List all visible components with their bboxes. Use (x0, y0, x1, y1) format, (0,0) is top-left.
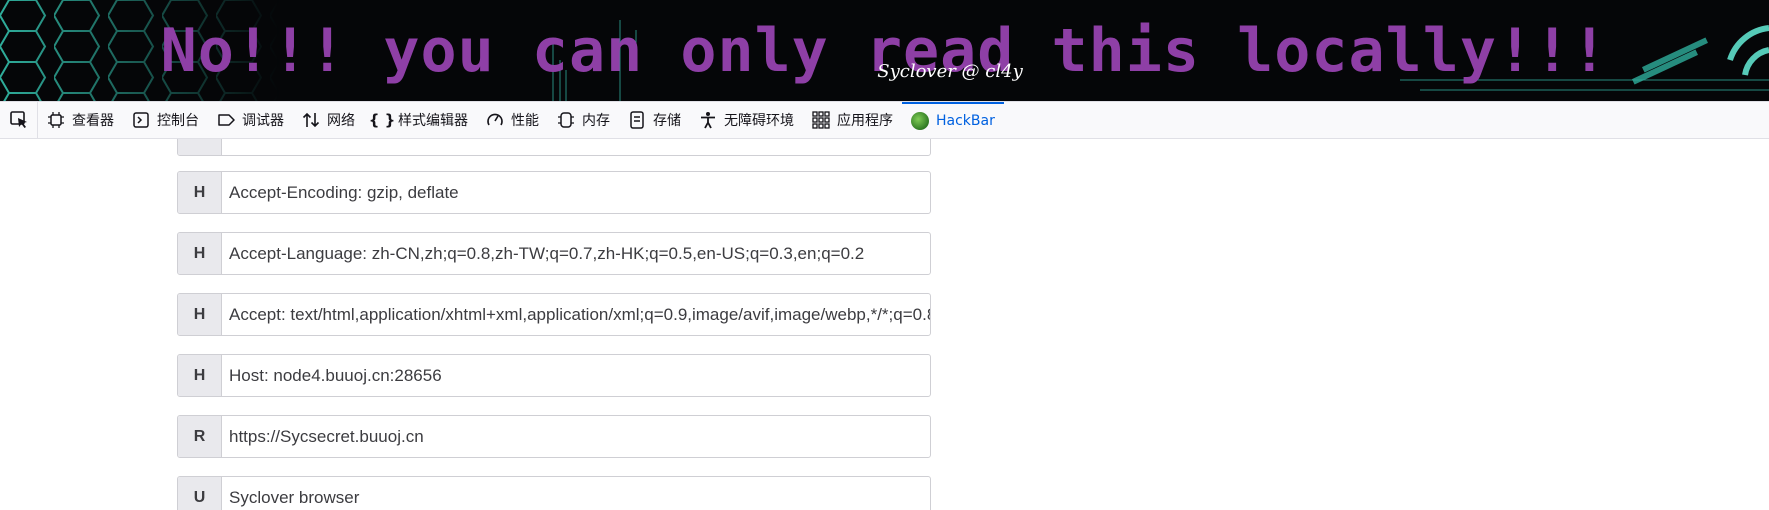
tab-label: 调试器 (242, 113, 284, 129)
tab-label: HackBar (936, 113, 995, 129)
tab-hackbar[interactable]: HackBar (902, 102, 1004, 138)
header-input[interactable]: Host: node4.buuoj.cn:28656 (222, 355, 930, 396)
referer-row: R https://Sycsecret.buuoj.cn (177, 415, 931, 458)
row-type-badge: H (178, 294, 222, 335)
application-icon (812, 111, 830, 129)
header-row-cutoff (177, 139, 931, 156)
row-type-badge: H (178, 172, 222, 213)
tab-network[interactable]: 网络 (293, 102, 364, 138)
tab-label: 样式编辑器 (398, 113, 468, 129)
element-picker-icon (9, 111, 27, 128)
page-banner: No!!! you can only read this locally!!! … (0, 0, 1769, 101)
header-row: H Accept-Language: zh-CN,zh;q=0.8,zh-TW;… (177, 232, 931, 275)
debugger-icon (217, 111, 235, 129)
row-type-badge: R (178, 416, 222, 457)
inspector-icon (47, 111, 65, 129)
tab-label: 应用程序 (837, 113, 893, 129)
network-icon (302, 111, 320, 129)
style-editor-icon: { } (368, 111, 396, 129)
tab-label: 存储 (653, 113, 681, 129)
header-input[interactable]: Accept: text/html,application/xhtml+xml,… (222, 294, 930, 335)
tab-storage[interactable]: 存储 (619, 102, 690, 138)
row-type-badge (178, 139, 222, 155)
user-agent-input[interactable]: Syclover browser (222, 477, 930, 510)
tab-application[interactable]: 应用程序 (803, 102, 902, 138)
accessibility-icon (699, 111, 717, 129)
row-type-badge: H (178, 355, 222, 396)
row-type-badge: U (178, 477, 222, 510)
tab-label: 控制台 (157, 113, 199, 129)
memory-icon (557, 111, 575, 129)
header-input[interactable]: Accept-Language: zh-CN,zh;q=0.8,zh-TW;q=… (222, 233, 930, 274)
tab-performance[interactable]: 性能 (477, 102, 548, 138)
tab-label: 内存 (582, 113, 610, 129)
header-input[interactable]: Accept-Encoding: gzip, deflate (222, 172, 930, 213)
tab-debugger[interactable]: 调试器 (208, 102, 293, 138)
tab-accessibility[interactable]: 无障碍环境 (690, 102, 803, 138)
element-picker-button[interactable] (0, 102, 38, 138)
user-agent-row: U Syclover browser (177, 476, 931, 510)
console-icon (132, 111, 150, 129)
header-row: H Accept-Encoding: gzip, deflate (177, 171, 931, 214)
referer-input[interactable]: https://Sycsecret.buuoj.cn (222, 416, 930, 457)
tab-inspector[interactable]: 查看器 (38, 102, 123, 138)
hackbar-logo-icon (911, 112, 929, 130)
tab-label: 性能 (511, 113, 539, 129)
tab-style-editor[interactable]: { } 样式编辑器 (364, 102, 477, 138)
performance-icon (486, 111, 504, 129)
banner-subtitle: Syclover @ cl4y (877, 61, 1023, 82)
devtools-toolbar: 查看器 控制台 调试器 网络 { } 样式编辑器 性能 内存 存储 无障碍环境 … (0, 101, 1769, 139)
tab-memory[interactable]: 内存 (548, 102, 619, 138)
tab-label: 无障碍环境 (724, 113, 794, 129)
header-row: H Accept: text/html,application/xhtml+xm… (177, 293, 931, 336)
tab-label: 网络 (327, 113, 355, 129)
tab-console[interactable]: 控制台 (123, 102, 208, 138)
header-row: H Host: node4.buuoj.cn:28656 (177, 354, 931, 397)
row-type-badge: H (178, 233, 222, 274)
tab-label: 查看器 (72, 113, 114, 129)
storage-icon (628, 111, 646, 129)
header-input[interactable] (222, 139, 930, 155)
hackbar-panel: H Accept-Encoding: gzip, deflate H Accep… (0, 139, 1769, 510)
